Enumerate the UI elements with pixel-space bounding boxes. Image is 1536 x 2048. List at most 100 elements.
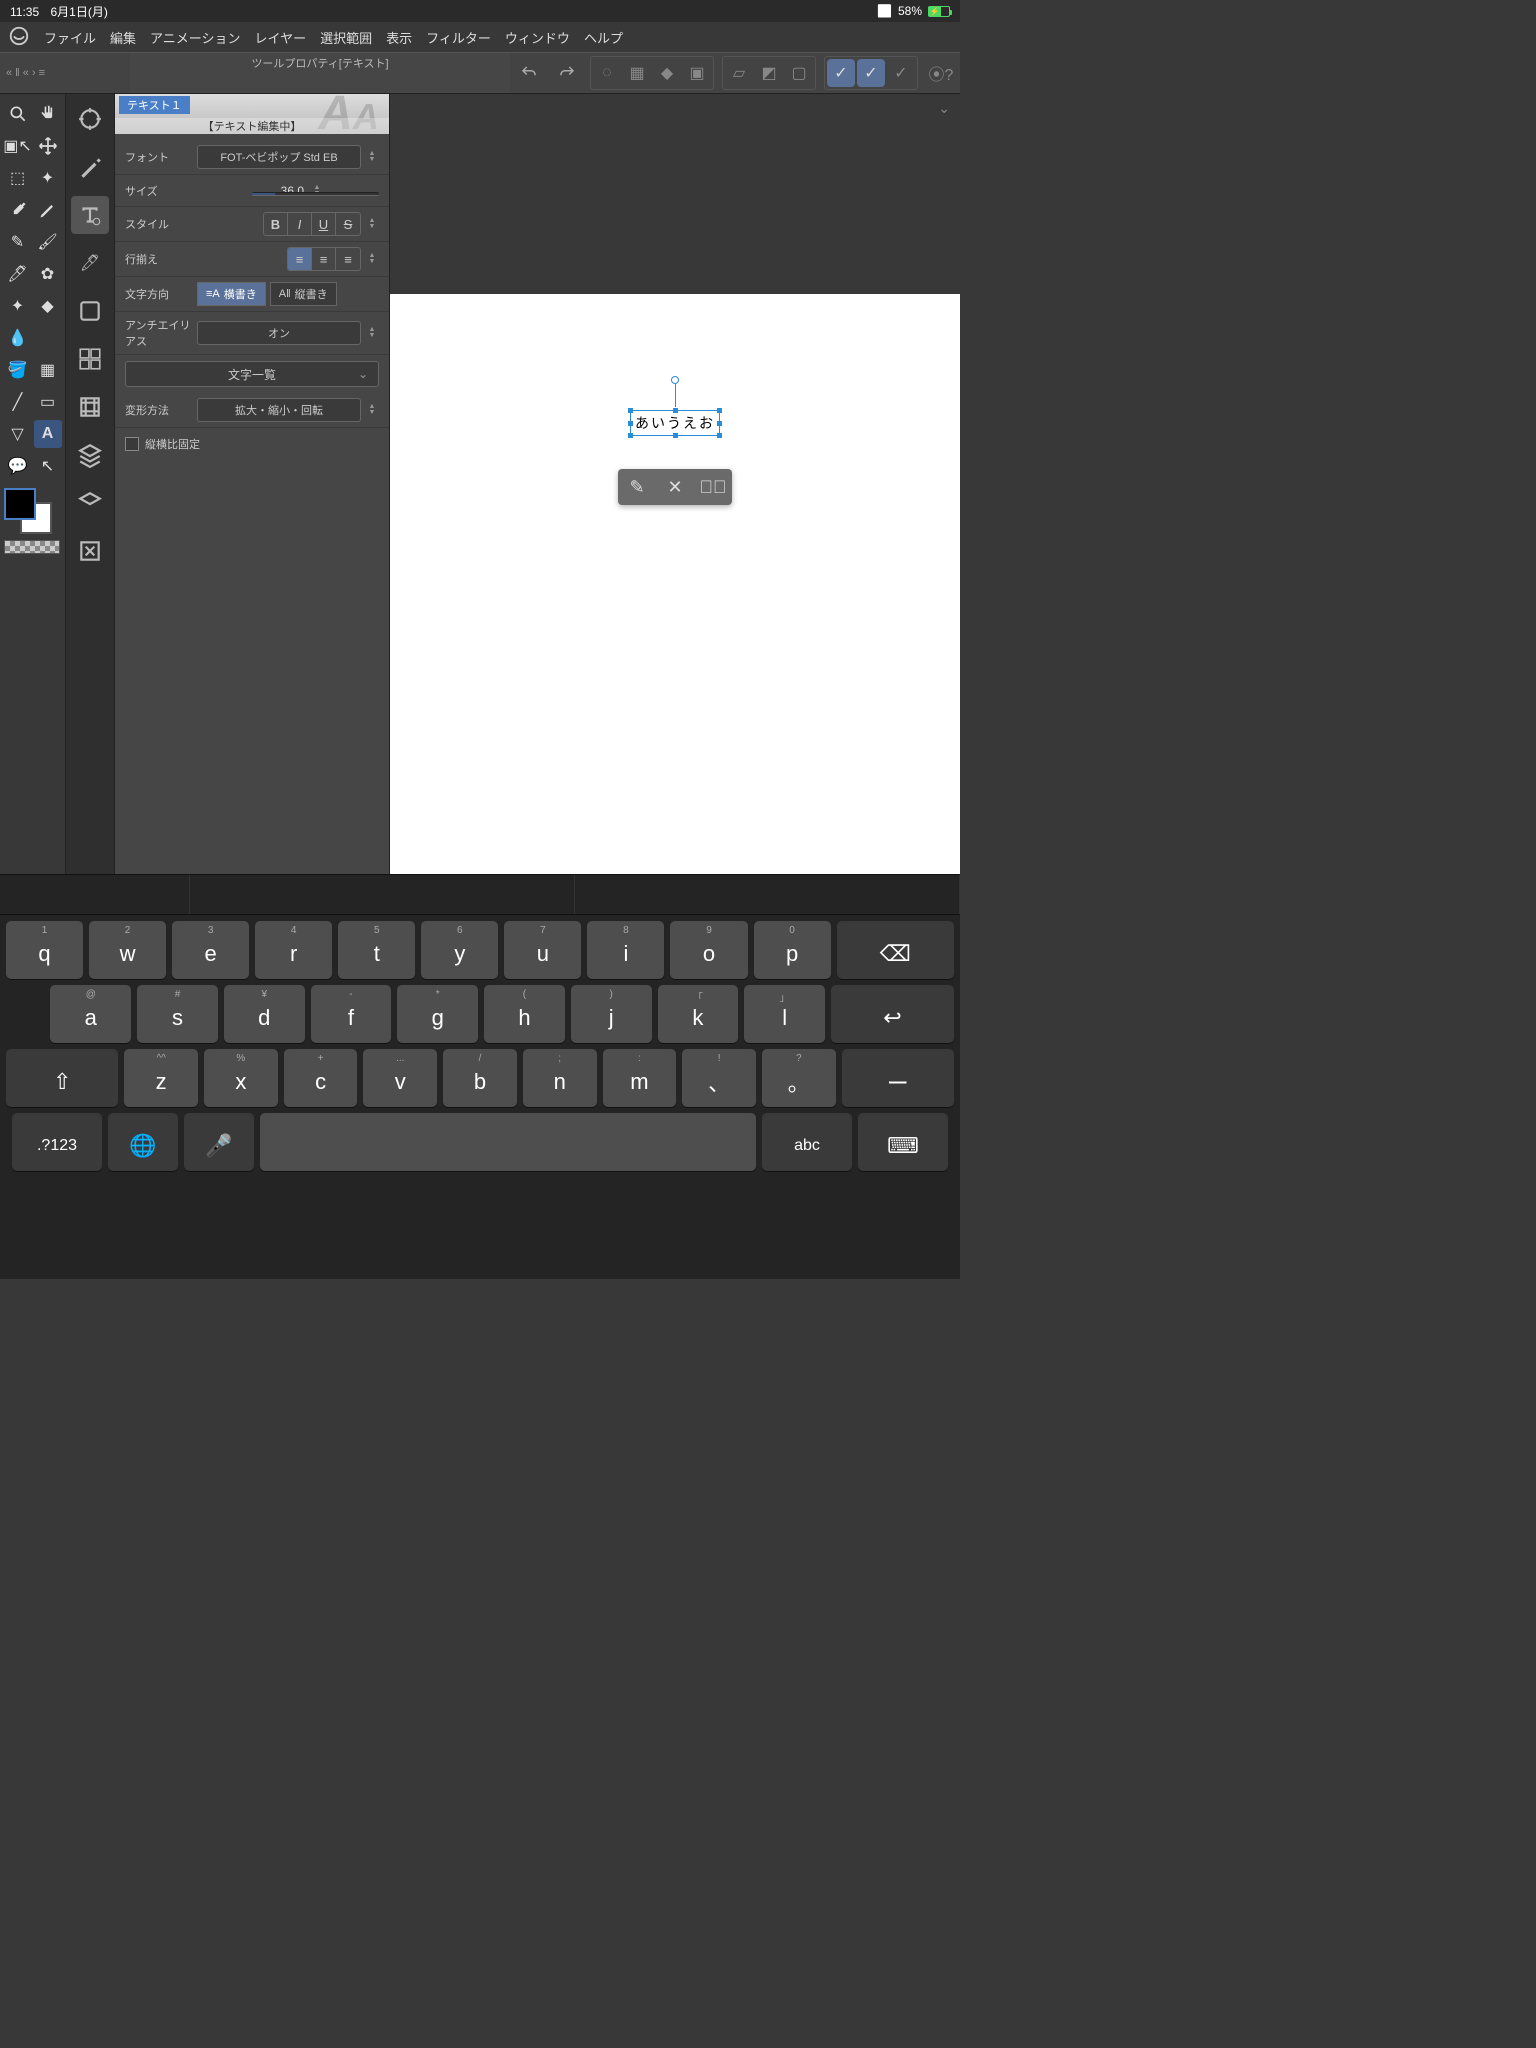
key-i[interactable]: 8i [587, 921, 664, 979]
keyboard-suggestion-strip[interactable] [0, 875, 960, 915]
key-f[interactable]: -f [311, 985, 392, 1043]
snap-special-icon[interactable]: ✓ [857, 59, 885, 87]
menu-filter[interactable]: フィルター [426, 28, 491, 47]
shift-key[interactable]: ⇧ [6, 1049, 118, 1107]
correct-tool-icon[interactable]: ↖ [34, 452, 62, 480]
charlist-dropdown[interactable]: 文字一覧 [125, 361, 379, 387]
key-g[interactable]: *g [397, 985, 478, 1043]
subtool-penedit-icon[interactable] [71, 148, 109, 186]
line-tool-icon[interactable]: ╱ [4, 388, 32, 416]
marquee-tool-icon[interactable]: ⬚ [4, 164, 32, 192]
subtool-grid-icon[interactable] [71, 340, 109, 378]
eyedropper-tool-icon[interactable] [4, 196, 32, 224]
key-j[interactable]: )j [571, 985, 652, 1043]
deselect-icon[interactable]: ◌ [593, 59, 621, 87]
menu-view[interactable]: 表示 [386, 28, 412, 47]
strike-button[interactable]: S [336, 213, 360, 235]
key-w[interactable]: 2w [89, 921, 166, 979]
handle-tm[interactable] [673, 408, 678, 413]
redo-button[interactable] [551, 57, 583, 89]
key-。[interactable]: ?。 [762, 1049, 836, 1107]
mic-key[interactable]: 🎤 [184, 1113, 254, 1171]
aa-spinner[interactable]: ▲▼ [365, 327, 379, 339]
subtool-brush2-icon[interactable]: 🖊 [71, 244, 109, 282]
key-b[interactable]: /b [443, 1049, 517, 1107]
key-c[interactable]: +c [284, 1049, 358, 1107]
key-z[interactable]: ^^z [124, 1049, 198, 1107]
transform-dropdown[interactable]: 拡大・縮小・回転 [197, 398, 361, 422]
font-spinner[interactable]: ▲▼ [365, 151, 379, 163]
key-r[interactable]: 4r [255, 921, 332, 979]
gradient-tool-icon[interactable]: ▦ [34, 356, 62, 384]
key-l[interactable]: 」l [744, 985, 825, 1043]
key-n[interactable]: ;n [523, 1049, 597, 1107]
subtool-text-icon[interactable] [71, 196, 109, 234]
airbrush-tool-icon[interactable]: 🖊 [4, 260, 32, 288]
snap-ruler-icon[interactable]: ✓ [827, 59, 855, 87]
key-d[interactable]: ¥d [224, 985, 305, 1043]
wand-tool-icon[interactable]: ✦ [34, 164, 62, 192]
key-y[interactable]: 6y [421, 921, 498, 979]
zoom-tool-icon[interactable] [4, 100, 32, 128]
space-key[interactable] [260, 1113, 756, 1171]
handle-bl[interactable] [628, 433, 633, 438]
panel-collapse-controls[interactable]: « ‖ « › ≡ [0, 67, 130, 79]
bold-button[interactable]: B [264, 213, 288, 235]
invert-icon[interactable]: ◆ [653, 59, 681, 87]
frame-tool-icon[interactable]: ▭ [34, 388, 62, 416]
handle-tr[interactable] [717, 408, 722, 413]
subtool-layer-icon[interactable] [71, 484, 109, 522]
key-q[interactable]: 1q [6, 921, 83, 979]
transform-icon[interactable]: ▱ [725, 59, 753, 87]
cancel-text-button[interactable]: ✕ [656, 469, 694, 505]
key-v[interactable]: ...v [363, 1049, 437, 1107]
app-logo-icon[interactable] [8, 25, 30, 50]
subtool-film-icon[interactable] [71, 388, 109, 426]
key-e[interactable]: 3e [172, 921, 249, 979]
crop-icon[interactable]: ▣ [683, 59, 711, 87]
subtool-frame-icon[interactable] [71, 292, 109, 330]
decoration-tool-icon[interactable]: ✿ [34, 260, 62, 288]
menu-window[interactable]: ウィンドウ [505, 28, 570, 47]
confirm-text-button[interactable]: ✓⃝ [694, 469, 732, 505]
fg-color-swatch[interactable] [4, 488, 36, 520]
subtool-crosshair-icon[interactable] [71, 100, 109, 138]
menu-file[interactable]: ファイル [44, 28, 96, 47]
transform3-icon[interactable]: ▢ [785, 59, 813, 87]
handle-tl[interactable] [628, 408, 633, 413]
subtool-layers-icon[interactable] [71, 436, 109, 474]
sparkle-tool-icon[interactable]: ✦ [4, 292, 32, 320]
transform2-icon[interactable]: ◩ [755, 59, 783, 87]
subtool-delete-icon[interactable] [71, 532, 109, 570]
underline-button[interactable]: U [312, 213, 336, 235]
undo-button[interactable] [513, 57, 545, 89]
rotation-handle[interactable] [671, 376, 679, 384]
brush-tool-icon[interactable]: 🖌 [34, 228, 62, 256]
handle-br[interactable] [717, 433, 722, 438]
pencil-tool-icon[interactable]: ✎ [4, 228, 32, 256]
color-selector[interactable] [0, 482, 65, 560]
handle-mr[interactable] [717, 421, 722, 426]
align-right-button[interactable]: ≡ [336, 248, 360, 270]
key-o[interactable]: 9o [670, 921, 747, 979]
transform-spinner[interactable]: ▲▼ [365, 404, 379, 416]
key-s[interactable]: #s [137, 985, 218, 1043]
menu-selection[interactable]: 選択範囲 [320, 28, 372, 47]
canvas-area[interactable]: ⌄ あいうえお ✎ ✕ ✓⃝ [390, 94, 960, 874]
menu-layer[interactable]: レイヤー [255, 28, 307, 47]
preset-header[interactable]: AA テキスト１ 【テキスト編集中】 [115, 94, 389, 134]
menu-help[interactable]: ヘルプ [584, 28, 623, 47]
transparent-swatch[interactable] [4, 540, 60, 554]
key-x[interactable]: %x [204, 1049, 278, 1107]
help-icon[interactable]: ⦿? [925, 57, 957, 89]
menu-animation[interactable]: アニメーション [150, 28, 240, 47]
eraser-tool-icon[interactable]: ◆ [34, 292, 62, 320]
key-m[interactable]: :m [603, 1049, 677, 1107]
select-all-icon[interactable]: ▦ [623, 59, 651, 87]
align-spinner[interactable]: ▲▼ [365, 253, 379, 265]
edit-text-button[interactable]: ✎ [618, 469, 656, 505]
handle-ml[interactable] [628, 421, 633, 426]
key-h[interactable]: (h [484, 985, 565, 1043]
size-slider[interactable] [252, 192, 379, 196]
key-t[interactable]: 5t [338, 921, 415, 979]
